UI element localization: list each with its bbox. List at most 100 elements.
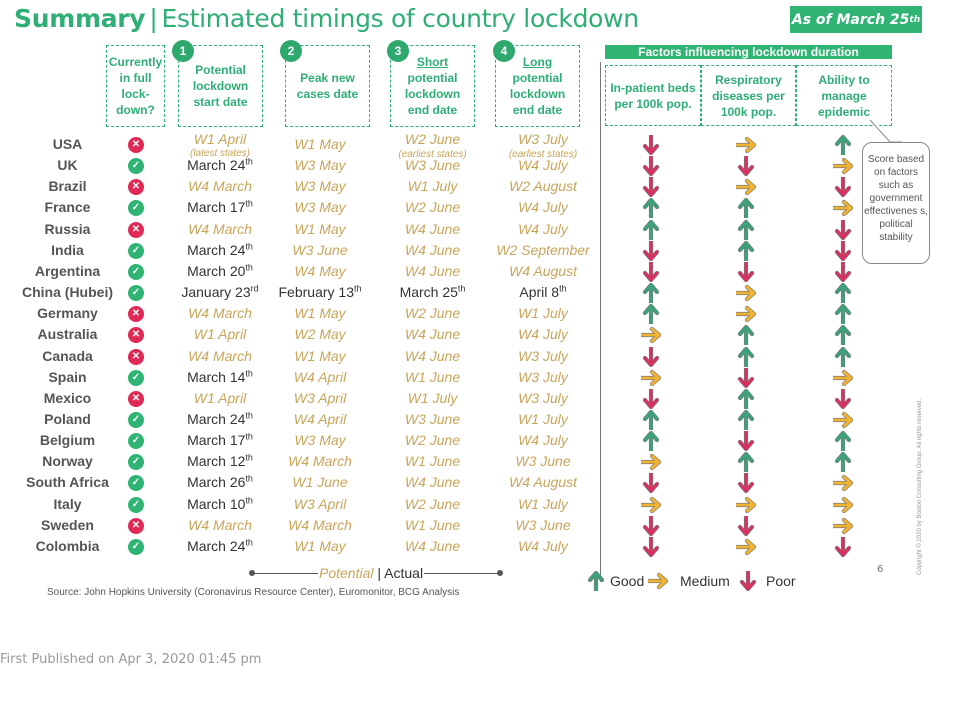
long-end-date: April 8th bbox=[488, 282, 598, 303]
short-end-date: W4 June bbox=[380, 240, 485, 261]
short-end-date: W4 June bbox=[380, 346, 485, 367]
date-suffix: th bbox=[245, 262, 253, 273]
header-label: Long potential lockdown end date bbox=[496, 54, 579, 118]
date-text: W1 July bbox=[518, 410, 568, 427]
arrow-right-icon bbox=[831, 200, 854, 217]
date-text: W1 July bbox=[518, 305, 568, 322]
check-icon: ✓ bbox=[128, 496, 144, 513]
beds-rating bbox=[641, 282, 661, 305]
beds-rating bbox=[641, 219, 661, 241]
ability-rating bbox=[833, 134, 853, 157]
header-label: Short potential lockdown end date bbox=[391, 54, 474, 118]
date-suffix: th bbox=[245, 537, 253, 548]
country-name: Canada bbox=[42, 347, 93, 364]
date-suffix: th bbox=[245, 367, 253, 378]
country-name: Mexico bbox=[43, 389, 92, 406]
peak-date: W3 April bbox=[270, 388, 370, 409]
peak-date: W1 June bbox=[270, 472, 370, 493]
arrow-right-icon bbox=[734, 306, 757, 323]
table-row: Brazil ✕ W4 March W3 May W1 July W2 August bbox=[0, 176, 900, 198]
respiratory-rating bbox=[734, 177, 757, 197]
date-text: W2 June bbox=[404, 432, 461, 449]
date-text: March 25 bbox=[399, 284, 458, 301]
long-end-date: W4 July bbox=[488, 197, 598, 218]
country-name: USA bbox=[52, 136, 83, 152]
arrow-right-icon bbox=[831, 158, 854, 175]
legend-medium bbox=[646, 571, 669, 591]
start-date: January 23rd bbox=[170, 282, 270, 303]
table-row: Russia ✕ W4 March W1 May W4 June W4 July bbox=[0, 218, 900, 241]
arrow-right-icon bbox=[831, 475, 854, 492]
date-text: March 24 bbox=[187, 410, 246, 427]
check-icon: ✓ bbox=[128, 475, 144, 492]
arrow-up-icon bbox=[737, 198, 755, 220]
step-badge-4: 4 bbox=[493, 40, 515, 62]
arrow-up-icon bbox=[737, 409, 755, 432]
date-text: W1 June bbox=[292, 474, 348, 491]
date-text: March 24 bbox=[187, 157, 246, 174]
date-suffix: th bbox=[245, 198, 253, 209]
arrow-right-icon bbox=[734, 179, 757, 196]
short-end-date: W4 June bbox=[380, 219, 485, 240]
start-date: March 24th bbox=[170, 536, 270, 557]
date-text: W4 March bbox=[188, 220, 252, 237]
arrow-up-icon bbox=[834, 304, 852, 326]
respiratory-rating bbox=[736, 260, 756, 282]
arrow-right-icon bbox=[831, 411, 854, 429]
header-label: Ability to manage epidemic bbox=[817, 72, 871, 119]
legend-dot-left bbox=[249, 570, 255, 576]
respiratory-rating bbox=[734, 537, 757, 557]
respiratory-rating bbox=[736, 346, 756, 368]
date-text: March 17 bbox=[187, 432, 246, 449]
cross-icon: ✕ bbox=[128, 390, 144, 407]
country-name: China (Hubei) bbox=[22, 284, 113, 301]
arrow-right-icon bbox=[734, 284, 757, 302]
arrow-up-icon bbox=[642, 430, 660, 453]
date-text: W2 September bbox=[496, 241, 590, 258]
ability-rating bbox=[833, 218, 853, 240]
table-row: Poland ✓ March 24th W4 April W3 June W1 July bbox=[0, 409, 900, 432]
date-text: W3 May bbox=[294, 199, 346, 216]
date-text: March 24 bbox=[187, 537, 246, 554]
header-ability: Ability to manage epidemic bbox=[796, 65, 892, 126]
date-text: March 20 bbox=[187, 262, 246, 279]
table-row: Mexico ✕ W1 April W3 April W1 July W3 July bbox=[0, 387, 900, 410]
date-text: W3 May bbox=[294, 157, 346, 174]
beds-rating bbox=[641, 304, 661, 326]
respiratory-rating bbox=[736, 452, 756, 474]
header-respiratory: Respiratory diseases per 100k pop. bbox=[701, 65, 796, 126]
respiratory-rating bbox=[736, 155, 756, 177]
date-text: W4 July bbox=[518, 220, 568, 237]
respiratory-rating bbox=[734, 135, 757, 155]
date-text: W1 April bbox=[193, 326, 247, 343]
date-text: W3 April bbox=[293, 495, 347, 512]
arrow-right-icon bbox=[831, 517, 854, 534]
legend-dot-right bbox=[497, 570, 503, 576]
arrow-right-icon bbox=[831, 496, 854, 513]
arrow-up-icon bbox=[737, 388, 755, 410]
date-suffix: th bbox=[245, 494, 253, 505]
title-bold: Summary bbox=[14, 4, 146, 33]
country-name: Spain bbox=[48, 368, 87, 385]
arrow-right-icon bbox=[734, 136, 757, 154]
date-text: March 12 bbox=[187, 453, 246, 470]
peak-date: February 13th bbox=[270, 282, 370, 303]
usa-start-note: (latest states) bbox=[189, 148, 251, 159]
peak-date: W1 May bbox=[270, 536, 370, 557]
beds-rating bbox=[641, 387, 661, 409]
header-label: Potential lockdown start date bbox=[192, 63, 249, 109]
date-suffix: th bbox=[245, 241, 253, 252]
peak-date: W1 May bbox=[270, 134, 370, 155]
long-end-date: W1 July bbox=[488, 494, 598, 515]
date-text: W3 July bbox=[518, 347, 568, 364]
date-text: W4 June bbox=[404, 241, 461, 258]
copyright: Copyright © 2020 by Boston Consulting Gr… bbox=[917, 398, 923, 575]
country-name: Poland bbox=[44, 410, 91, 427]
source-note: Source: John Hopkins University (Coronav… bbox=[47, 587, 460, 598]
date-suffix: th bbox=[457, 283, 466, 294]
arrow-up-icon bbox=[737, 325, 755, 347]
start-date: W1 April bbox=[170, 324, 270, 345]
date-text: W4 March bbox=[188, 305, 252, 322]
legend-poor-label: Poor bbox=[766, 573, 796, 589]
short-end-date: W1 June bbox=[380, 451, 485, 472]
